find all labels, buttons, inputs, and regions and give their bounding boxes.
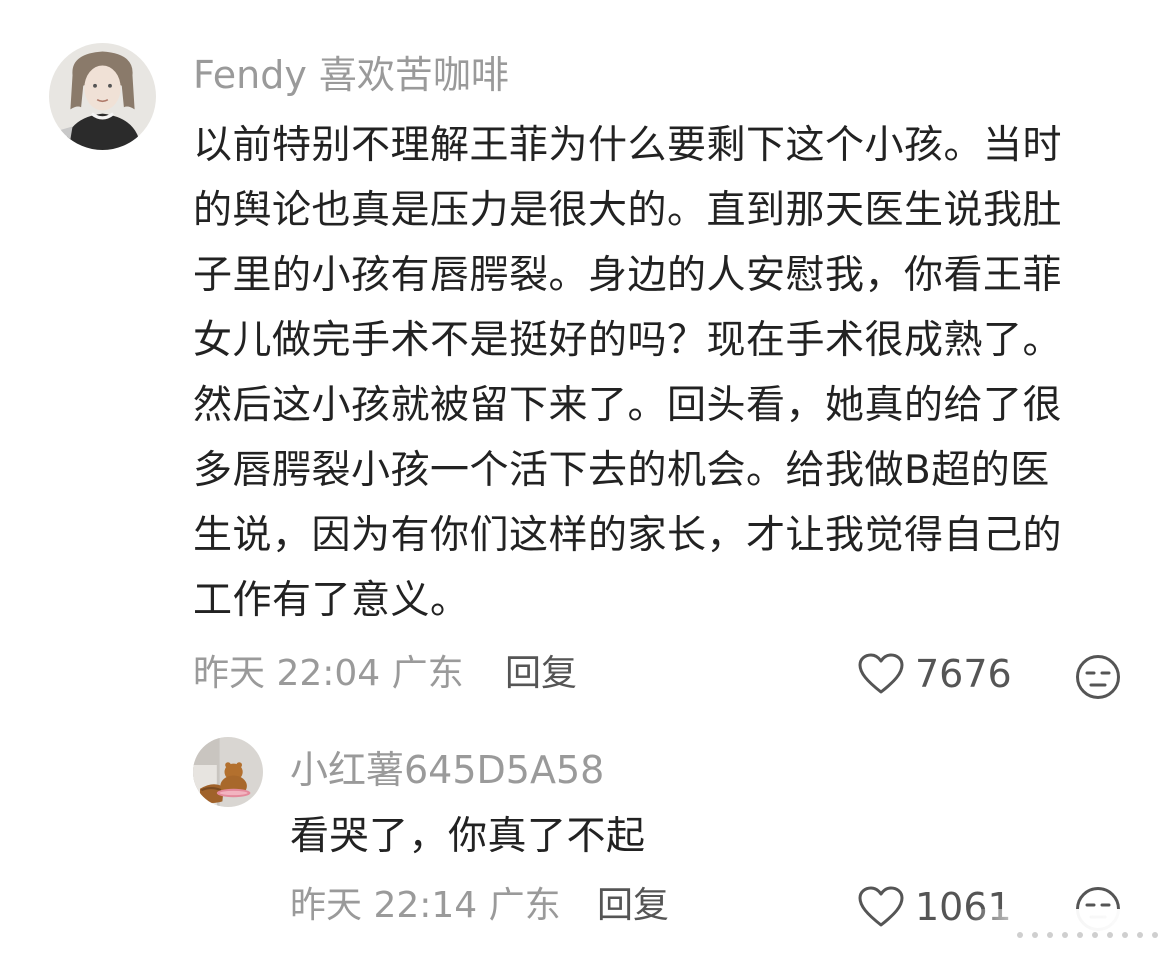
avatar-portrait-icon [49,43,156,150]
comment-username[interactable]: Fendy 喜欢苦咖啡 [193,56,509,94]
comment-meta: 昨天 22:14 广东 [290,885,561,926]
comment-text: 看哭了，你真了不起 [290,814,646,859]
avatar-figurine-icon [193,737,263,807]
watermark-dots [970,909,1170,961]
like-button[interactable]: 7676 [857,652,1012,696]
heart-outline-icon [858,886,904,927]
comment-meta: 昨天 22:04 广东 [193,653,464,694]
avatar[interactable] [49,43,156,150]
neutral-face-icon [1076,655,1120,699]
like-count: 7676 [915,652,1012,696]
heart-outline-icon [858,653,904,694]
comment-username[interactable]: 小红薯645D5A58 [290,751,604,789]
comment-text: 以前特别不理解王菲为什么要剩下这个小孩。当时 的舆论也真是压力是很大的。直到那天… [193,123,1063,623]
avatar[interactable] [193,737,263,807]
reply-button[interactable]: 回复 [505,656,577,692]
reply-button[interactable]: 回复 [597,888,669,924]
emoji-reaction-button[interactable] [1075,654,1121,700]
